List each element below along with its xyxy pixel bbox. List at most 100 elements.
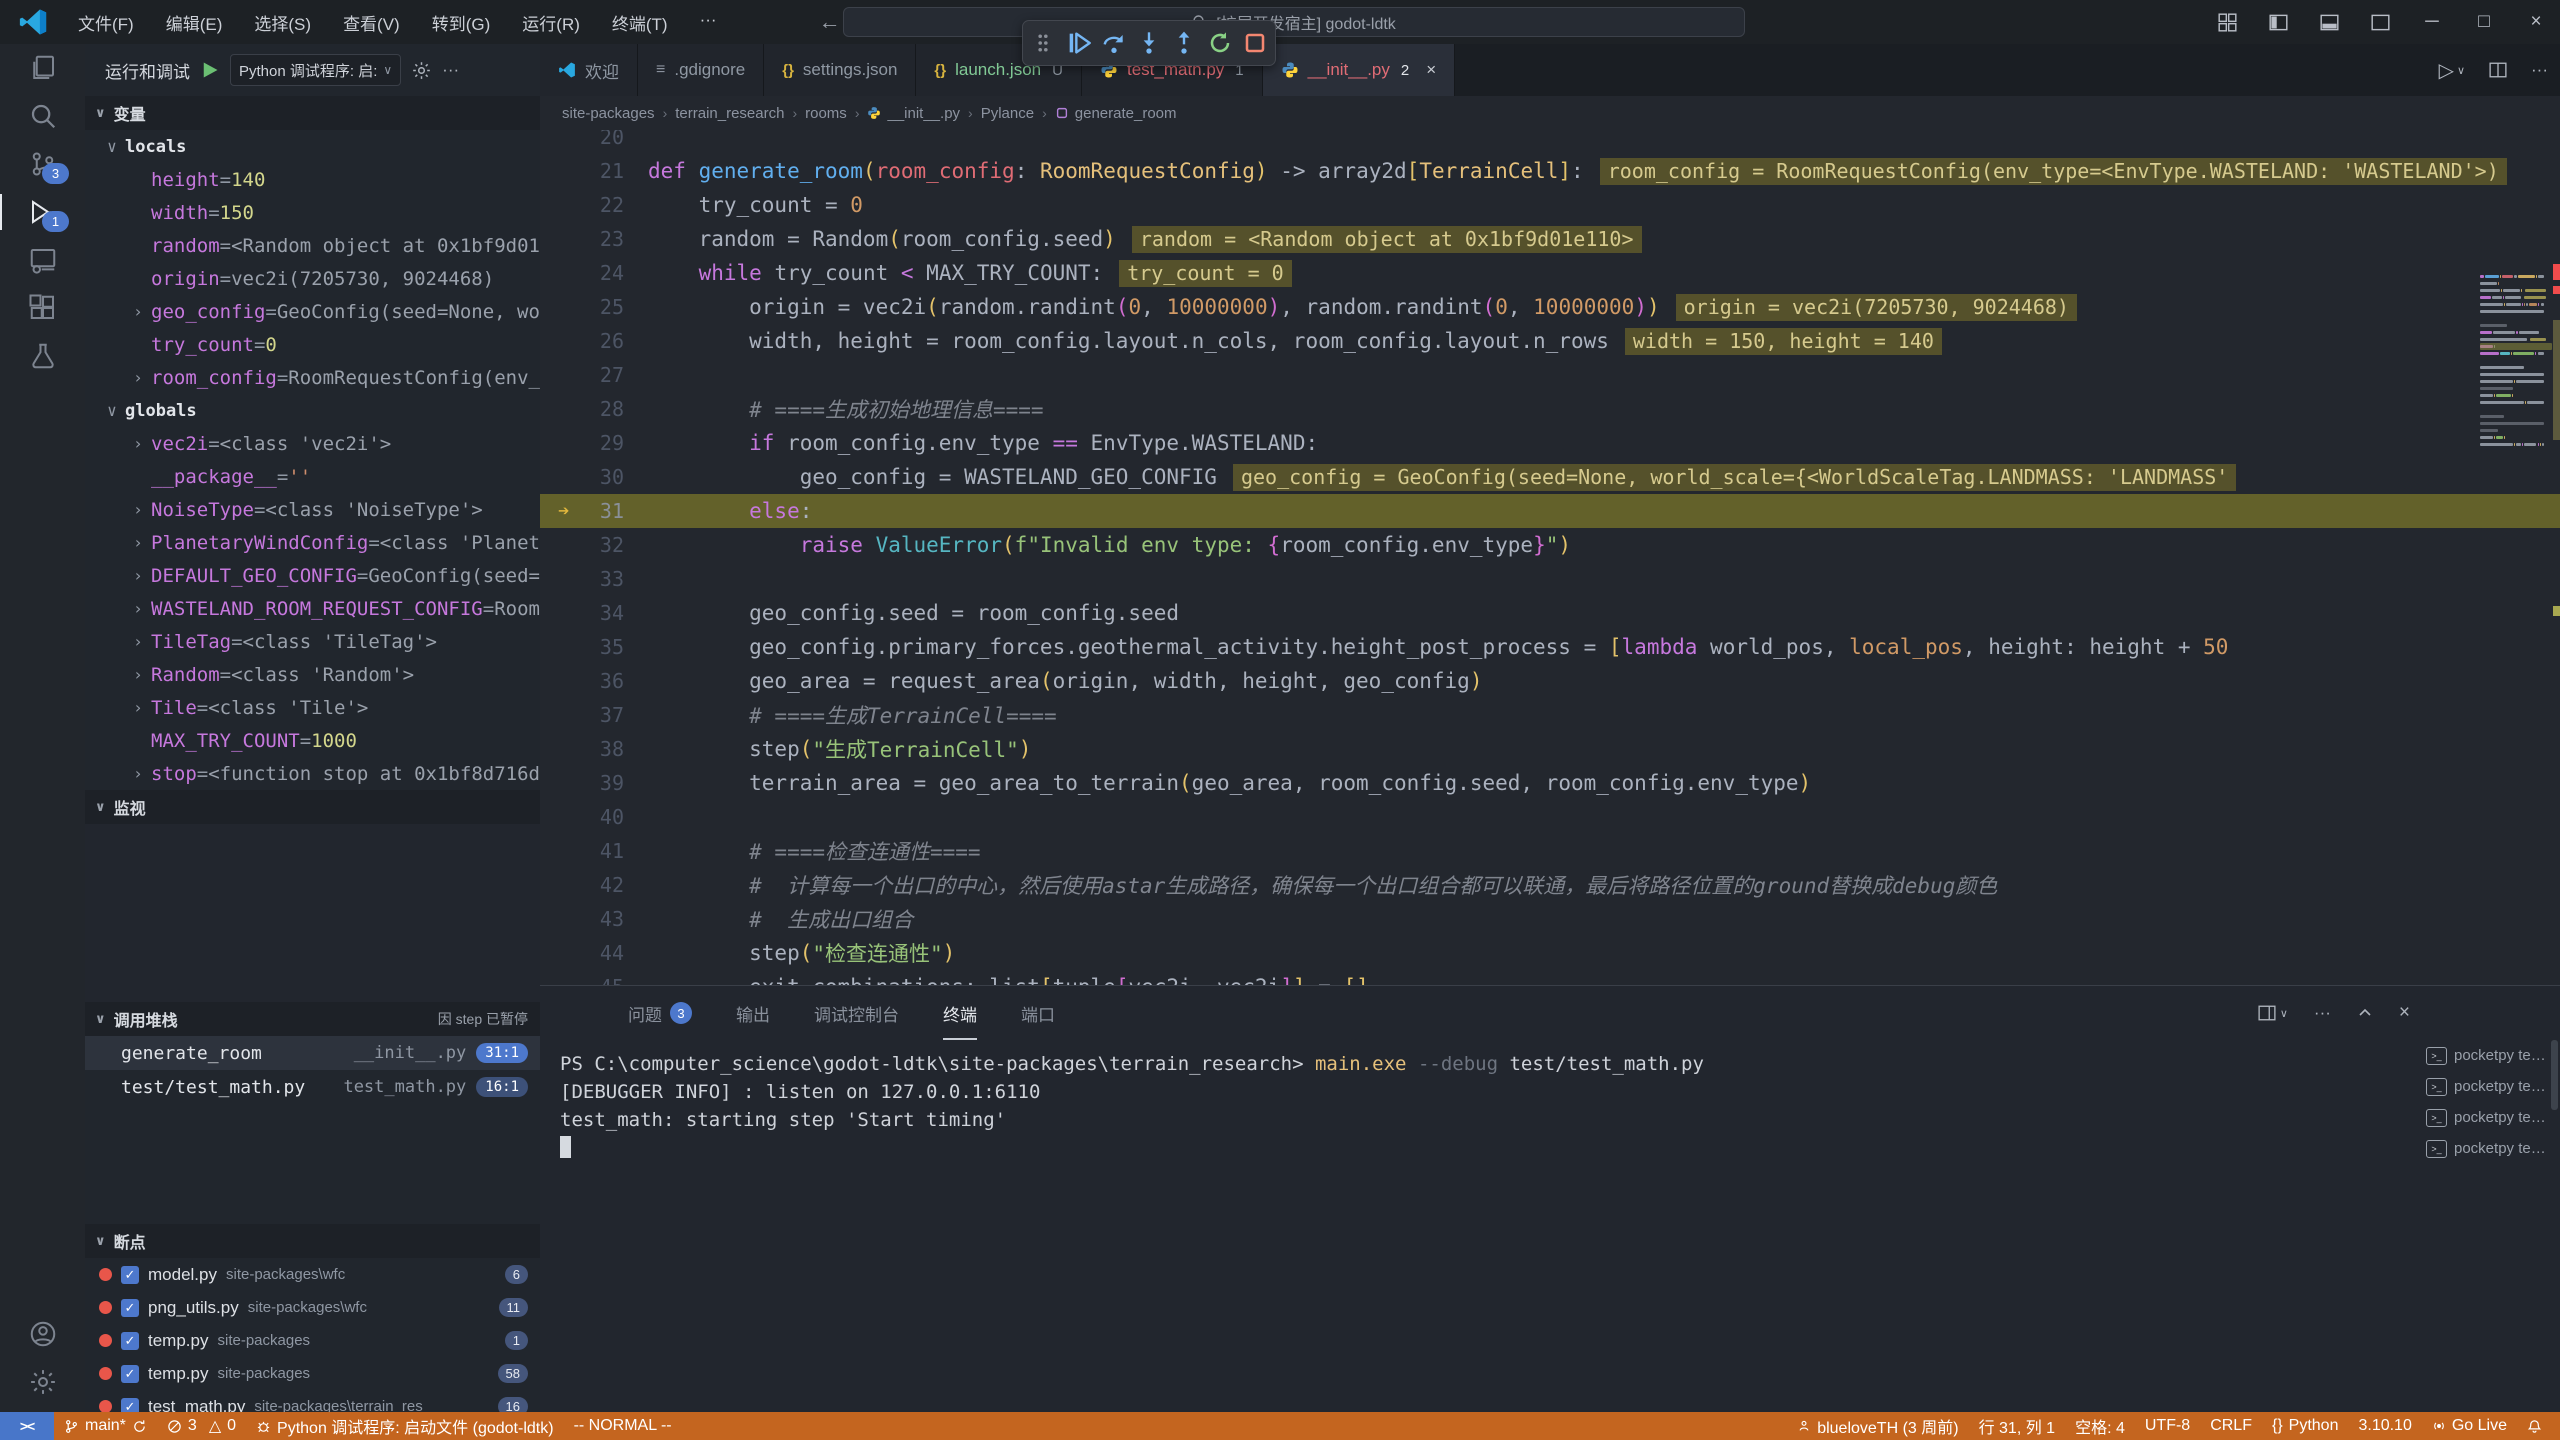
code-line[interactable]: 23 random = Random(room_config.seed)rand… <box>540 222 2560 256</box>
variable-row[interactable]: try_count = 0 <box>85 328 540 361</box>
breakpoint-row[interactable]: ✓test_math.pysite-packages\terrain_res16 <box>85 1390 540 1412</box>
debug-step-into-button[interactable] <box>1134 28 1164 58</box>
language-mode[interactable]: {} Python <box>2262 1412 2349 1440</box>
terminal-instance[interactable]: >_pocketpy te… <box>2420 1071 2560 1102</box>
code-line[interactable]: 40 <box>540 800 2560 834</box>
debug-step-out-button[interactable] <box>1169 28 1199 58</box>
debug-settings-gear-icon[interactable] <box>411 60 432 81</box>
panel-more-icon[interactable]: ··· <box>2314 1003 2331 1023</box>
code-line[interactable]: 37 # ====生成TerrainCell==== <box>540 698 2560 732</box>
breadcrumb-item[interactable]: __init__.py <box>887 105 960 122</box>
customize-layout-icon[interactable] <box>2218 13 2237 32</box>
code-line[interactable]: 38 step("生成TerrainCell") <box>540 732 2560 766</box>
code-line[interactable]: 39 terrain_area = geo_area_to_terrain(ge… <box>540 766 2560 800</box>
tab-settings.json[interactable]: {}settings.json <box>764 44 916 96</box>
code-line[interactable]: 25 origin = vec2i(random.randint(0, 1000… <box>540 290 2560 324</box>
breadcrumb-item[interactable]: terrain_research <box>675 105 784 122</box>
encoding[interactable]: UTF-8 <box>2135 1412 2200 1440</box>
terminal-instance[interactable]: >_pocketpy te… <box>2420 1040 2560 1071</box>
terminal-instance[interactable]: >_pocketpy te… <box>2420 1102 2560 1133</box>
watch-section-header[interactable]: ∨ 监视 <box>85 790 540 824</box>
variables-group[interactable]: ∨globals <box>85 394 540 427</box>
blame-item[interactable]: blueloveTH (3 周前) <box>1787 1412 1968 1440</box>
variables-group[interactable]: ∨locals <box>85 130 540 163</box>
breadcrumb-item[interactable]: Pylance <box>981 105 1034 122</box>
problems-item[interactable]: 3 △ 0 <box>157 1412 246 1440</box>
tab-__init__.py[interactable]: __init__.py2× <box>1263 44 1456 96</box>
breakpoint-checkbox[interactable]: ✓ <box>121 1266 139 1284</box>
minimap[interactable] <box>2480 260 2552 560</box>
start-debug-icon[interactable] <box>200 60 220 80</box>
code-editor[interactable]: 2021def generate_room(room_config: RoomR… <box>540 130 2560 985</box>
remote-indicator[interactable]: >< <box>0 1412 54 1440</box>
variable-row[interactable]: ›DEFAULT_GEO_CONFIG = GeoConfig(seed=1 <box>85 559 540 592</box>
variable-row[interactable]: ›PlanetaryWindConfig = <class 'Planeta <box>85 526 540 559</box>
code-line[interactable]: 21def generate_room(room_config: RoomReq… <box>540 154 2560 188</box>
eol-sequence[interactable]: CRLF <box>2200 1412 2262 1440</box>
code-line[interactable]: 24 while try_count < MAX_TRY_COUNT:try_c… <box>540 256 2560 290</box>
activity-run-debug-icon[interactable]: 1 <box>0 188 85 236</box>
activity-testing-icon[interactable] <box>0 332 85 380</box>
minimize-button[interactable]: ─ <box>2422 11 2442 33</box>
debug-restart-button[interactable] <box>1205 28 1235 58</box>
code-line[interactable]: 31➔ else: <box>540 494 2560 528</box>
variable-row[interactable]: ›TileTag = <class 'TileTag'> <box>85 625 540 658</box>
toggle-panel-icon[interactable] <box>2320 13 2339 32</box>
breakpoint-checkbox[interactable]: ✓ <box>121 1398 139 1413</box>
terminal-output[interactable]: PS C:\computer_science\godot-ldtk\site-p… <box>560 1050 2410 1412</box>
command-center-search[interactable]: [扩展开发宿主] godot-ldtk <box>843 7 1745 37</box>
code-line[interactable]: 29 if room_config.env_type == EnvType.WA… <box>540 426 2560 460</box>
stack-frame[interactable]: test/test_math.pytest_math.py16:1 <box>85 1070 540 1104</box>
breakpoint-checkbox[interactable]: ✓ <box>121 1365 139 1383</box>
more-actions-icon[interactable]: ··· <box>2531 60 2548 80</box>
variable-row[interactable]: ›NoiseType = <class 'NoiseType'> <box>85 493 540 526</box>
menu-item[interactable]: 终端(T) <box>600 6 680 39</box>
code-line[interactable]: 27 <box>540 358 2560 392</box>
breakpoint-checkbox[interactable]: ✓ <box>121 1299 139 1317</box>
activity-search-icon[interactable] <box>0 92 85 140</box>
code-line[interactable]: 42 # 计算每一个出口的中心，然后使用astar生成路径，确保每一个出口组合都… <box>540 868 2560 902</box>
breakpoint-row[interactable]: ✓model.pysite-packages\wfc6 <box>85 1258 540 1291</box>
code-line[interactable]: 26 width, height = room_config.layout.n_… <box>540 324 2560 358</box>
variable-row[interactable]: ›Random = <class 'Random'> <box>85 658 540 691</box>
debug-step-over-button[interactable] <box>1099 28 1129 58</box>
panel-tab-问题[interactable]: 问题3 <box>628 986 692 1040</box>
breakpoints-section-header[interactable]: ∨ 断点 <box>85 1224 540 1258</box>
breadcrumb-item[interactable]: generate_room <box>1075 105 1177 122</box>
code-line[interactable]: 35 geo_config.primary_forces.geothermal_… <box>540 630 2560 664</box>
variables-section-header[interactable]: ∨ 变量 <box>85 96 540 130</box>
run-python-file-button[interactable]: ▷ ∨ <box>2439 58 2465 83</box>
breakpoint-row[interactable]: ✓temp.pysite-packages1 <box>85 1324 540 1357</box>
git-branch-item[interactable]: main* <box>54 1412 157 1440</box>
drag-handle-icon[interactable] <box>1028 28 1058 58</box>
debug-session-item[interactable]: Python 调试程序: 启动文件 (godot-ldtk) <box>246 1412 564 1440</box>
menu-item[interactable]: 查看(V) <box>331 6 412 39</box>
maximize-button[interactable]: □ <box>2474 11 2494 33</box>
nav-back-icon[interactable]: ← <box>819 9 841 35</box>
menu-item[interactable]: 运行(R) <box>510 6 592 39</box>
code-line[interactable]: 36 geo_area = request_area(origin, width… <box>540 664 2560 698</box>
cursor-position[interactable]: 行 31, 列 1 <box>1969 1412 2065 1440</box>
stack-frame[interactable]: generate_room__init__.py31:1 <box>85 1036 540 1070</box>
terminal-layout-icon[interactable]: ∨ <box>2258 1004 2288 1022</box>
variable-row[interactable]: ›vec2i = <class 'vec2i'> <box>85 427 540 460</box>
call-stack-section-header[interactable]: ∨ 调用堆栈 因 step 已暂停 <box>85 1002 540 1036</box>
panel-tab-调试控制台[interactable]: 调试控制台 <box>814 986 899 1040</box>
code-line[interactable]: 30 geo_config = WASTELAND_GEO_CONFIGgeo_… <box>540 460 2560 494</box>
activity-extensions-icon[interactable] <box>0 284 85 332</box>
toggle-secondary-sidebar-icon[interactable] <box>2371 13 2390 32</box>
debug-continue-button[interactable] <box>1064 28 1094 58</box>
panel-tab-终端[interactable]: 终端 <box>943 986 977 1040</box>
variable-row[interactable]: __package__ = '' <box>85 460 540 493</box>
python-version[interactable]: 3.10.10 <box>2348 1412 2421 1440</box>
tab-欢迎[interactable]: 欢迎 <box>540 44 638 96</box>
activity-remote-explorer-icon[interactable] <box>0 236 85 284</box>
split-editor-icon[interactable] <box>2489 61 2507 79</box>
breakpoint-row[interactable]: ✓png_utils.pysite-packages\wfc11 <box>85 1291 540 1324</box>
settings-gear-icon[interactable] <box>0 1358 85 1406</box>
code-line[interactable]: 22 try_count = 0 <box>540 188 2560 222</box>
code-line[interactable]: 45 exit_combinations: list[tuple[vec2i, … <box>540 970 2560 985</box>
variable-row[interactable]: origin = vec2i(7205730, 9024468) <box>85 262 540 295</box>
panel-maximize-icon[interactable] <box>2357 1005 2373 1021</box>
panel-tab-输出[interactable]: 输出 <box>736 986 770 1040</box>
